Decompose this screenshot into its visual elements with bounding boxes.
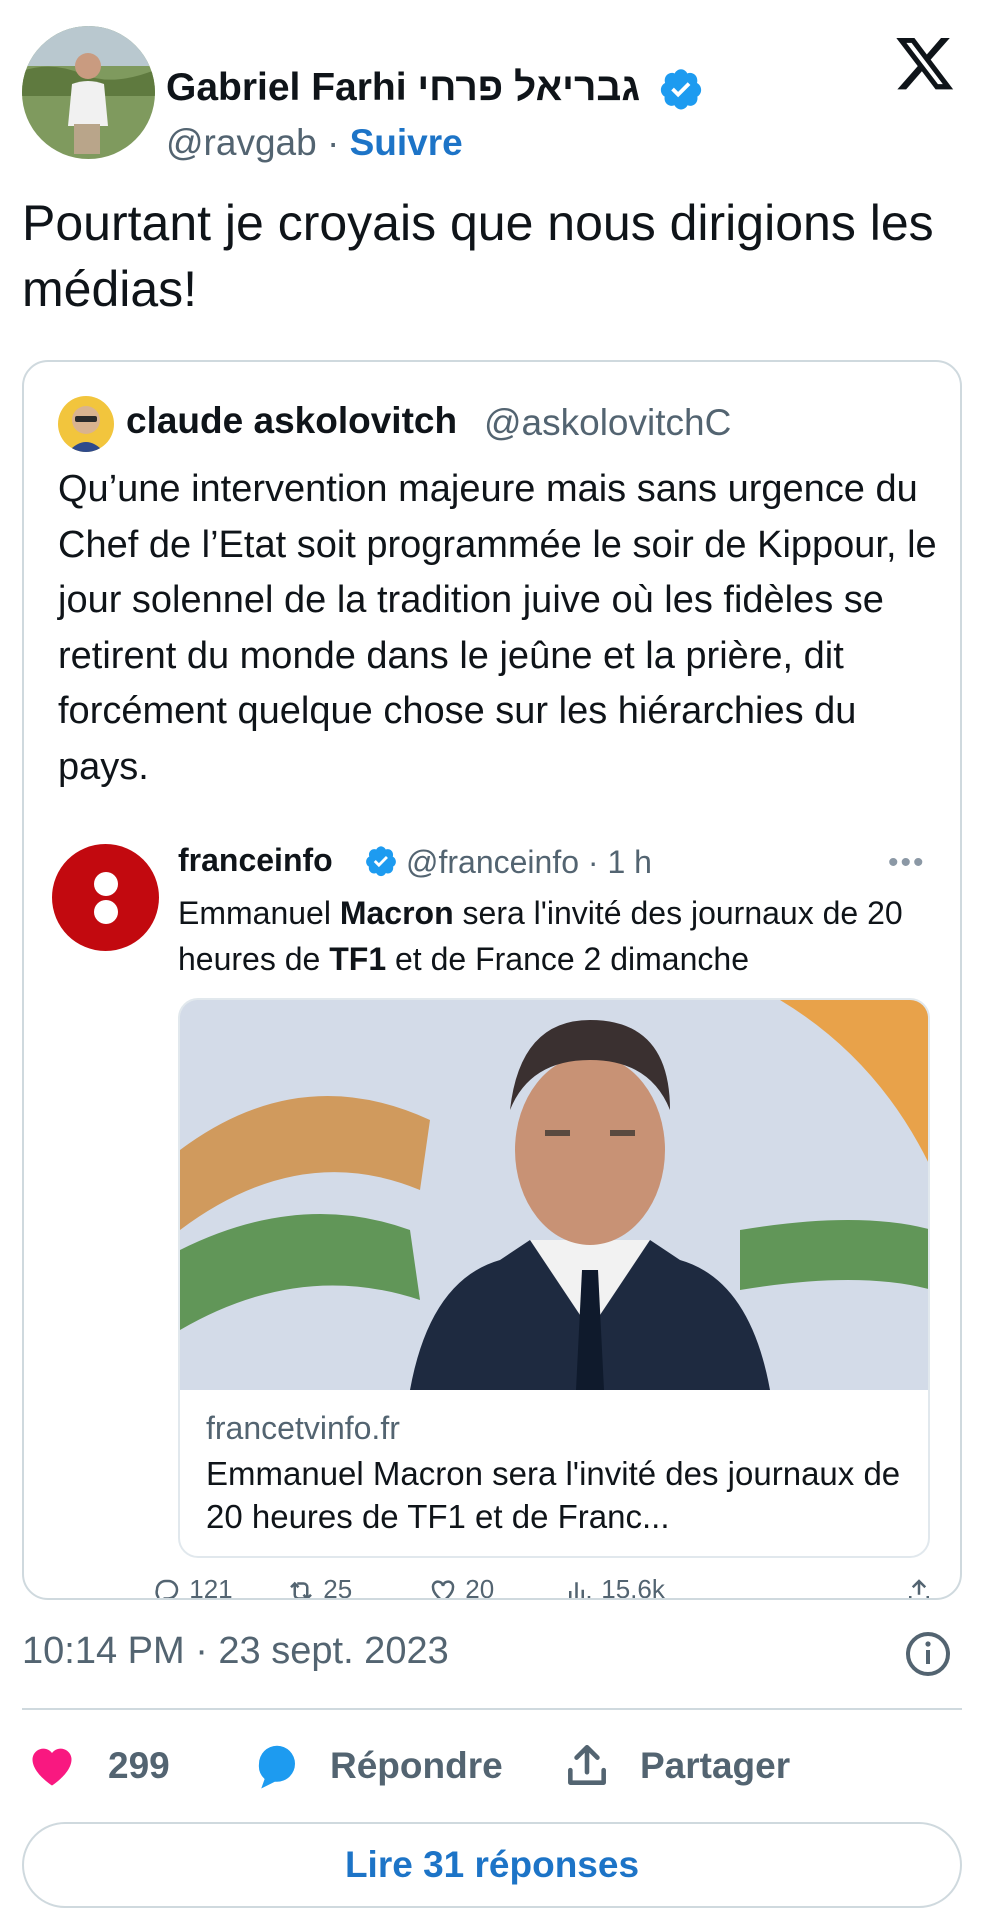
share-button[interactable]: Partager xyxy=(562,1736,790,1796)
like-icon xyxy=(431,1580,455,1598)
reply-button[interactable]: Répondre xyxy=(250,1736,503,1796)
tweet-timestamp[interactable]: 10:14 PM · 23 sept. 2023 xyxy=(22,1630,449,1673)
repost-icon xyxy=(290,1581,312,1598)
author-name[interactable]: Gabriel Farhi גבריאל פרחי xyxy=(166,66,640,110)
like-count-label: 299 xyxy=(108,1745,170,1786)
like-count: 20 xyxy=(428,1574,494,1598)
like-button[interactable]: 299 xyxy=(26,1736,170,1796)
read-replies-label: Lire 31 réponses xyxy=(344,1844,640,1885)
quoted-author-avatar[interactable] xyxy=(58,396,114,452)
link-preview-image xyxy=(180,1000,928,1390)
quoted-metrics-row: 121 25 20 15,6k xyxy=(24,1574,960,1598)
reply-count: 121 xyxy=(152,1574,233,1598)
views-count: 15,6k xyxy=(564,1574,665,1598)
embedded-author-name: franceinfo xyxy=(178,842,333,878)
handle-row: @ravgab · Suivre xyxy=(166,122,463,164)
x-logo-icon[interactable] xyxy=(894,32,956,94)
tweet-text: Pourtant je croyais que nous dirigions l… xyxy=(22,195,934,317)
logo-dot xyxy=(94,900,118,924)
views-icon xyxy=(569,1582,591,1598)
logo-dot xyxy=(94,872,118,896)
repost-count: 25 xyxy=(286,1574,352,1598)
quoted-tweet-text: Qu’une intervention majeure mais sans ur… xyxy=(58,468,937,788)
share-label: Partager xyxy=(640,1745,791,1786)
tweet-header: Gabriel Farhi גבריאל פרחי @ravgab · Suiv… xyxy=(22,26,962,164)
link-domain: francetvinfo.fr xyxy=(206,1410,400,1446)
heart-icon xyxy=(32,1748,72,1786)
quoted-author-handle[interactable]: @askolovitchC xyxy=(484,402,731,444)
reply-icon xyxy=(155,1579,179,1598)
quoted-author-name[interactable]: claude askolovitch xyxy=(126,400,457,442)
embedded-handle-time: @franceinfo · 1 h xyxy=(406,844,652,880)
embedded-tweet-text: Emmanuel Macron sera l'invité des journa… xyxy=(178,895,903,977)
divider xyxy=(22,1708,962,1710)
follow-button[interactable]: Suivre xyxy=(350,122,463,163)
verified-badge-icon xyxy=(366,846,396,877)
tweet-actions: 299 Répondre Partager xyxy=(22,1736,962,1796)
link-title: Emmanuel Macron sera l'invité des journa… xyxy=(206,1455,901,1535)
franceinfo-logo xyxy=(52,844,159,951)
info-icon[interactable] xyxy=(904,1630,952,1678)
read-replies-button[interactable]: Lire 31 réponses xyxy=(22,1822,962,1908)
author-avatar[interactable] xyxy=(22,26,155,159)
upload-icon xyxy=(568,1744,606,1785)
separator: · xyxy=(326,122,340,163)
share-icon xyxy=(904,1574,934,1598)
author-handle[interactable]: @ravgab xyxy=(166,122,317,163)
speech-bubble-icon xyxy=(258,1745,295,1789)
link-preview-card: francetvinfo.fr Emmanuel Macron sera l'i… xyxy=(178,998,930,1558)
reply-label: Répondre xyxy=(330,1745,503,1786)
quoted-tweet-card[interactable]: claude askolovitch @askolovitchC Qu’une … xyxy=(22,360,962,1600)
more-icon: ••• xyxy=(888,846,926,879)
verified-badge-icon xyxy=(660,69,702,110)
